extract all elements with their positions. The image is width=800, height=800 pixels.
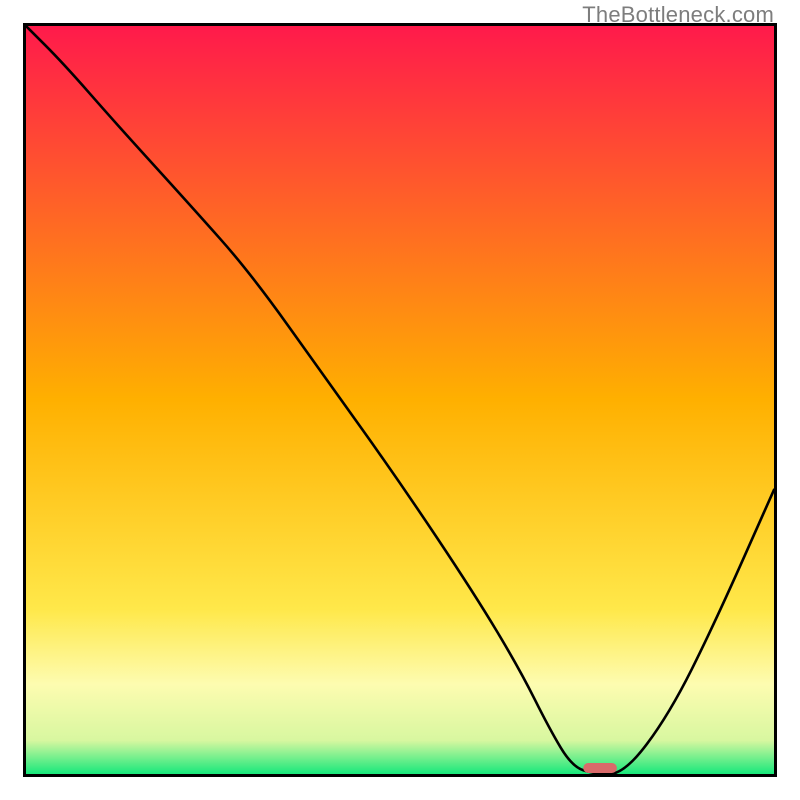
chart-svg	[26, 26, 774, 774]
bottleneck-chart	[26, 26, 774, 774]
